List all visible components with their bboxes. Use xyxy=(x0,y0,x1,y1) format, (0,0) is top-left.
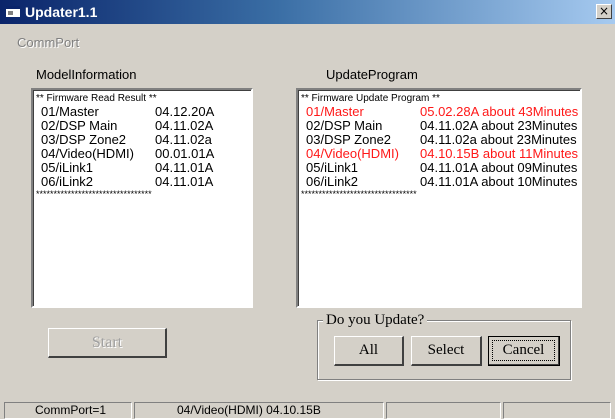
list-separator: ********************************* xyxy=(301,189,417,199)
model-information-list[interactable]: ** Firmware Read Result ** 01/Master 04.1… xyxy=(31,88,253,308)
close-button[interactable]: × xyxy=(596,4,612,19)
updater-window: Updater1.1 × CommPort ModelInformation *… xyxy=(0,0,615,419)
model-list-header: ** Firmware Read Result ** xyxy=(36,93,157,104)
close-icon: × xyxy=(598,4,610,18)
menu-item-commport[interactable]: CommPort xyxy=(17,36,79,50)
title-bar[interactable]: Updater1.1 × xyxy=(0,0,615,24)
cancel-button[interactable]: Cancel xyxy=(488,336,560,366)
update-program-label: UpdateProgram xyxy=(326,67,418,82)
status-commport: CommPort=1 xyxy=(4,402,132,419)
app-window-icon xyxy=(6,6,20,17)
update-select-button[interactable]: Select xyxy=(411,336,482,366)
start-button[interactable]: Start xyxy=(48,328,167,358)
window-title: Updater1.1 xyxy=(25,4,98,20)
model-information-label: ModelInformation xyxy=(36,67,137,82)
menu-bar: CommPort xyxy=(0,24,615,50)
update-all-button[interactable]: All xyxy=(334,336,404,366)
list-separator: ********************************* xyxy=(36,189,152,199)
status-current-module: 04/Video(HDMI) 04.10.15B xyxy=(134,402,384,419)
status-bar: CommPort=1 04/Video(HDMI) 04.10.15B xyxy=(0,401,615,419)
status-cell-4 xyxy=(503,402,611,419)
update-program-list[interactable]: ** Firmware Update Program ** 01/Master 0… xyxy=(296,88,582,308)
focus-rect xyxy=(492,340,555,361)
status-cell-3 xyxy=(386,402,501,419)
update-list-header: ** Firmware Update Program ** xyxy=(301,93,440,104)
update-group-title: Do you Update? xyxy=(323,312,428,328)
